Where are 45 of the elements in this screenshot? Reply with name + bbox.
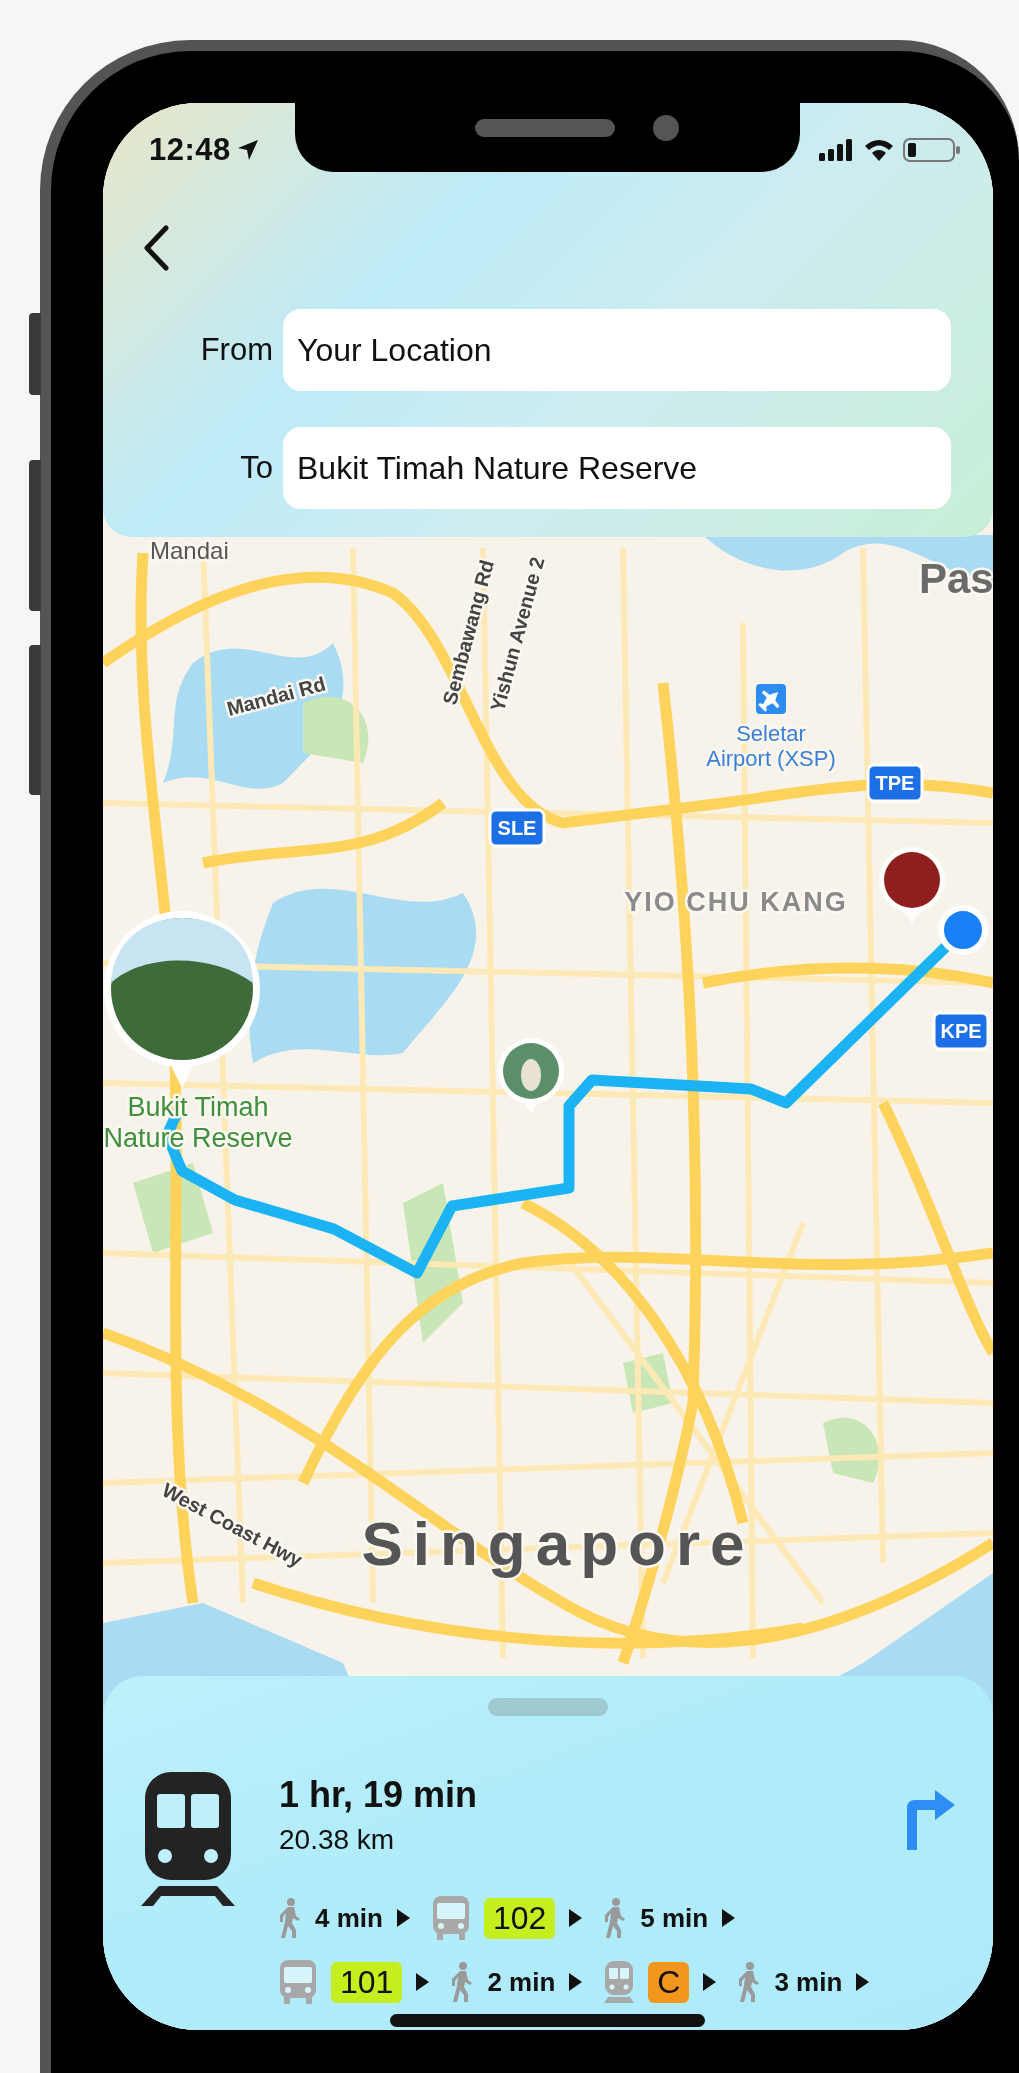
signal-icon (819, 139, 855, 161)
triangle-icon (722, 1909, 736, 1927)
train-icon (604, 1961, 635, 2003)
train-icon (139, 1772, 237, 1906)
field-label: To (239, 450, 274, 486)
airplane-icon (756, 684, 786, 714)
status-time: 12:48 (149, 132, 231, 168)
walk-duration: 3 min (774, 1966, 843, 1998)
line-badge: 102 (483, 1897, 556, 1939)
location-field[interactable]: Bukit Timah Nature Reserve (283, 427, 951, 509)
highway-shield: TPE (866, 763, 924, 803)
home-indicator[interactable] (390, 2014, 705, 2027)
triangle-icon (569, 1909, 583, 1927)
field-label: From (199, 332, 274, 368)
triangle-icon (703, 1973, 717, 1991)
line-badge: C (648, 1961, 690, 2003)
triangle-icon (856, 1973, 870, 1991)
walking-person-icon (279, 1898, 301, 1938)
bus-icon (431, 1896, 470, 1940)
triangle-icon (416, 1973, 430, 1991)
walk-duration: 4 min (315, 1902, 383, 1934)
walking-person-icon (738, 1962, 761, 2002)
route-duration: 1 hr, 19 min (279, 1774, 479, 1816)
walking-person-icon (604, 1898, 627, 1938)
area-label: Pas (919, 555, 993, 602)
location-arrow-icon (236, 139, 259, 161)
highway-shield: KPE (932, 1011, 990, 1051)
location-field[interactable]: Your Location (283, 309, 951, 391)
current-location-dot (938, 905, 988, 955)
route-distance: 20.38 km (279, 1824, 396, 1856)
triangle-icon (569, 1973, 583, 1991)
walk-duration: 2 min (487, 1966, 556, 1998)
wifi-icon (863, 138, 895, 162)
battery-icon (903, 138, 961, 162)
bus-icon (279, 1960, 317, 2004)
sheet-grabber[interactable] (488, 1698, 608, 1716)
line-badge: 101 (331, 1961, 403, 2003)
road-label: Mandai Rd (224, 672, 328, 720)
airport-label: Seletar Airport (XSP) (706, 721, 836, 771)
walking-person-icon (451, 1962, 474, 2002)
triangle-icon (396, 1909, 410, 1927)
highway-shield: SLE (488, 808, 546, 848)
place-label: Mandai (150, 537, 229, 564)
front-camera (653, 115, 679, 141)
walk-duration: 5 min (640, 1902, 709, 1934)
